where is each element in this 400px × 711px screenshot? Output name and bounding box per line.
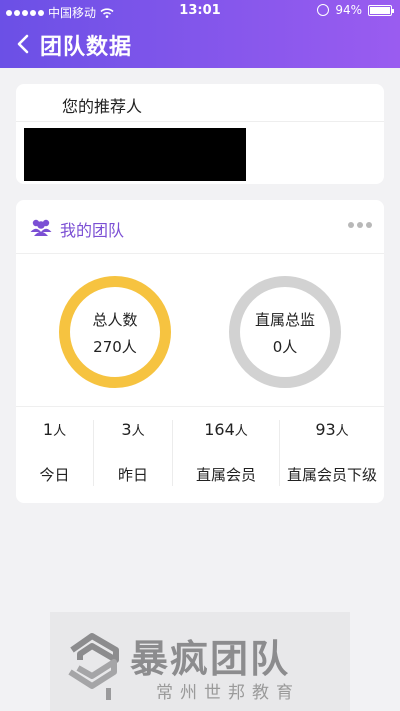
total-members-ring[interactable]: 总人数 270人 — [59, 276, 171, 388]
stat-label: 今日 — [39, 466, 70, 484]
status-right: 94% — [317, 3, 394, 17]
redacted-referrer-info — [24, 128, 246, 181]
stat-value: 93人 — [315, 420, 349, 439]
direct-director-ring[interactable]: 直属总监 0人 — [229, 276, 341, 388]
divider — [16, 121, 384, 122]
watermark-title: 暴疯团队 — [130, 637, 291, 681]
page-title: 团队数据 — [40, 35, 133, 60]
my-team-card: 我的团队 总人数 270人 直属总监 0人 1人 今日 3人 昨日 164人 直… — [16, 200, 384, 503]
divider — [16, 406, 384, 407]
battery-icon — [368, 4, 394, 16]
chevron-left-icon — [17, 34, 29, 54]
stat-value: 1人 — [42, 420, 67, 439]
team-header: 我的团队 — [16, 200, 384, 254]
direct-director-value: 0人 — [272, 338, 298, 356]
back-button[interactable] — [12, 32, 36, 56]
team-icon — [30, 219, 52, 236]
header: 中国移动 13:01 94% 团队数据 — [0, 0, 400, 68]
stat-direct-members[interactable]: 164人 直属会员 — [173, 420, 279, 490]
rotation-lock-icon — [317, 4, 330, 16]
nav-bar: 团队数据 — [0, 22, 400, 68]
status-bar: 中国移动 13:01 94% — [0, 0, 400, 22]
stat-direct-member-subordinates[interactable]: 93人 直属会员下级 — [280, 420, 384, 490]
stat-value: 164人 — [204, 420, 248, 439]
stat-label: 昨日 — [117, 466, 148, 484]
watermark-logo-icon — [68, 633, 119, 700]
watermark-subtitle: 常州世邦教育 — [156, 683, 300, 703]
direct-director-label: 直属总监 — [254, 311, 315, 329]
team-title: 我的团队 — [60, 221, 125, 240]
referrer-card: 您的推荐人 — [16, 84, 384, 184]
total-members-label: 总人数 — [92, 311, 138, 329]
more-options-button[interactable] — [348, 222, 372, 228]
stat-label: 直属会员 — [195, 466, 256, 484]
stat-value: 3人 — [121, 420, 145, 439]
total-members-value: 270人 — [93, 338, 137, 356]
stat-today[interactable]: 1人 今日 — [16, 420, 93, 490]
battery-percent: 94% — [335, 3, 362, 17]
watermark: 暴疯团队 常州世邦教育 — [50, 612, 350, 711]
stat-yesterday[interactable]: 3人 昨日 — [94, 420, 172, 490]
stat-label: 直属会员下级 — [286, 466, 377, 484]
referrer-label: 您的推荐人 — [62, 97, 143, 116]
